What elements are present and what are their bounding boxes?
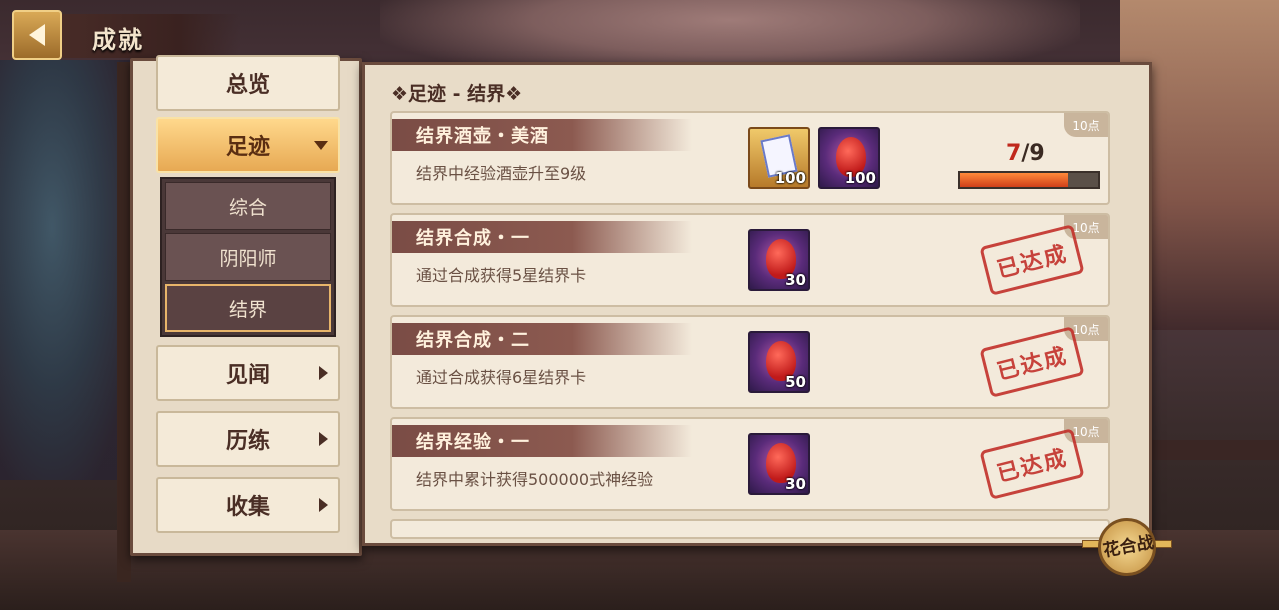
nav-item-label: 足迹 [225,135,270,160]
subitem-general[interactable]: 综合 [165,182,331,230]
reward-gourd-item[interactable]: 100 [818,127,880,189]
achievement-name: 结界合成・一 [416,228,530,249]
points-badge: 10点 [1064,113,1108,137]
chevron-down-icon [314,140,328,150]
subitem-label: 结界 [228,298,267,321]
section-title: ❖足迹 - 结界❖ [391,83,523,105]
chevron-right-icon [319,432,328,446]
nav-item-training[interactable]: 历练 [156,411,340,467]
reward-qty: 100 [844,169,876,187]
nav-item-label: 历练 [225,429,270,454]
chevron-right-icon [319,498,328,512]
back-button[interactable] [12,10,62,60]
completed-stamp: 已达成 [979,428,1085,500]
nav-item-overview[interactable]: 总览 [156,55,340,111]
nav-item-label: 见闻 [225,363,270,388]
nav-item-label: 总览 [225,73,270,98]
achievement-list-panel[interactable]: ❖足迹 - 结界❖ 结界酒壶・美酒 结界中经验酒壶升至9级 10点 100 10… [362,62,1152,546]
subitem-label: 阴阳师 [219,247,277,270]
reward-qty: 50 [785,373,806,391]
achievement-desc: 通过合成获得6星结界卡 [416,368,587,387]
reward-gourd-item[interactable]: 30 [748,229,810,291]
reward-qty: 30 [785,475,806,493]
achievement-name: 结界酒壶・美酒 [416,126,549,147]
achievement-desc: 结界中累计获得500000式神经验 [416,470,654,489]
achievement-desc: 结界中经验酒壶升至9级 [416,164,587,183]
achievement-card-partial [390,519,1110,539]
nav-item-collection[interactable]: 收集 [156,477,340,533]
achievement-card: 结界合成・一 通过合成获得5星结界卡 10点 30 已达成 [390,213,1110,307]
submenu: 综合 阴阳师 结界 [160,177,336,337]
background-rail [1150,440,1279,460]
achievement-desc: 通过合成获得5星结界卡 [416,266,587,285]
progress-total: /9 [1021,141,1045,166]
reward-gourd-item[interactable]: 30 [748,433,810,495]
achievement-card: 结界酒壶・美酒 结界中经验酒壶升至9级 10点 100 100 7/9 [390,111,1110,205]
progress-current: 7 [1006,141,1022,166]
background-decor [0,60,130,480]
category-sidebar: 总览 足迹 综合 阴阳师 结界 见闻 历练 收集 [130,55,362,556]
reward-gourd-item[interactable]: 50 [748,331,810,393]
completed-stamp: 已达成 [979,224,1085,296]
page-title: 成就 [92,26,144,54]
progress-bar [958,171,1100,189]
reward-card-item[interactable]: 100 [748,127,810,189]
achievement-card: 结界合成・二 通过合成获得6星结界卡 10点 50 已达成 [390,315,1110,409]
subitem-realm[interactable]: 结界 [165,284,331,332]
subitem-onmyoji[interactable]: 阴阳师 [165,233,331,281]
nav-item-footprint[interactable]: 足迹 [156,117,340,173]
progress-fill [960,173,1068,187]
achievement-name: 结界经验・一 [416,432,530,453]
achievement-name: 结界合成・二 [416,330,530,351]
progress-text: 7/9 [1006,141,1045,166]
achievement-card: 结界经验・一 结界中累计获得500000式神经验 10点 30 已达成 [390,417,1110,511]
nav-item-label: 收集 [225,495,270,520]
completed-stamp: 已达成 [979,326,1085,398]
nav-item-knowledge[interactable]: 见闻 [156,345,340,401]
nav-pole [117,62,131,582]
back-arrow-icon [29,24,45,46]
subitem-label: 综合 [228,196,267,219]
hanafuda-badge-button[interactable]: 花合战 [1082,516,1172,580]
chevron-right-icon [319,366,328,380]
reward-qty: 100 [774,169,806,187]
header: 成就 [0,10,240,60]
reward-qty: 30 [785,271,806,289]
